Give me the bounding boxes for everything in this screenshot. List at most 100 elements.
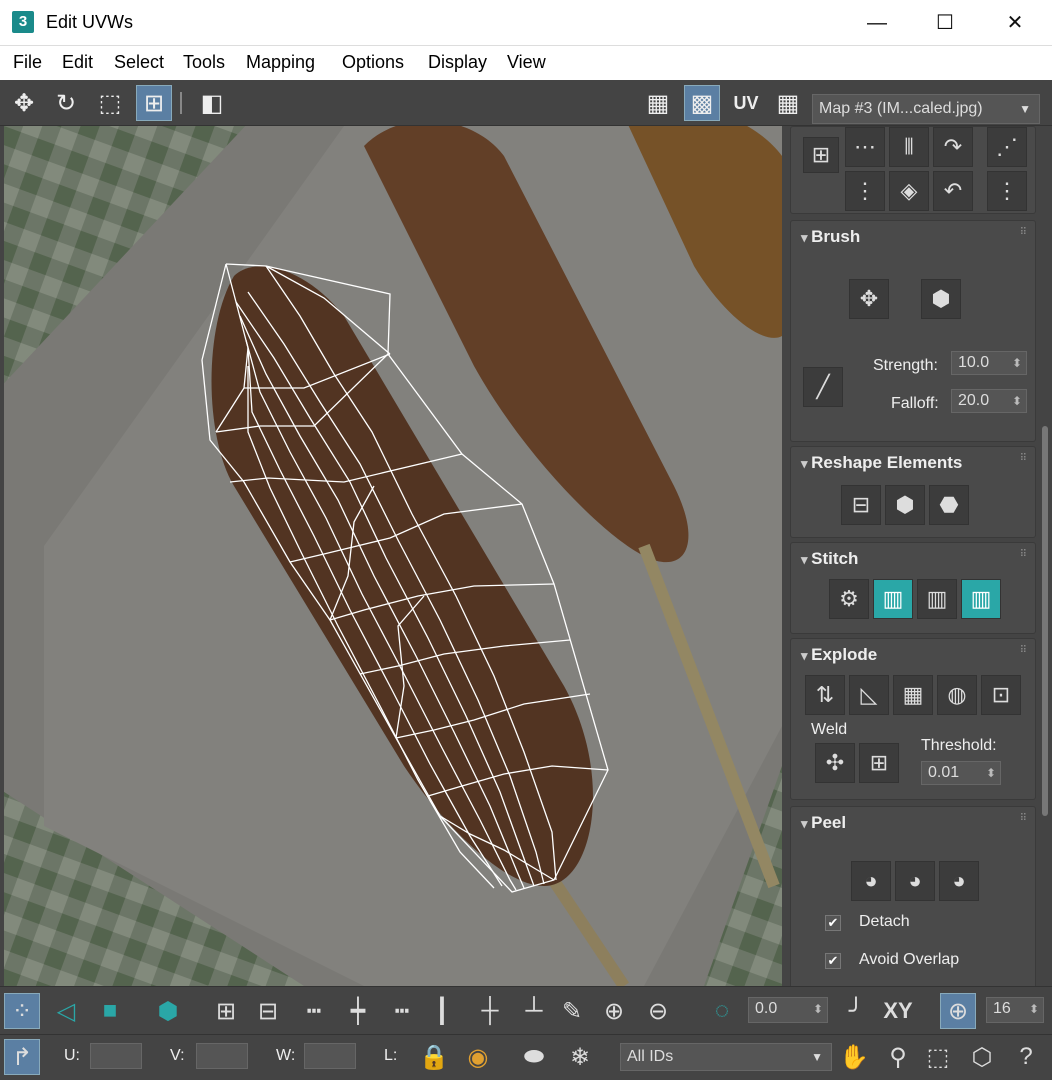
- show-map-icon[interactable]: ▩: [684, 85, 720, 121]
- zoom-extents-icon[interactable]: ⬡: [964, 1039, 1000, 1075]
- brush-title[interactable]: Brush: [801, 227, 860, 247]
- straighten-icon[interactable]: ⊟: [841, 485, 881, 525]
- edge-ring-shrink-icon[interactable]: ┴: [516, 993, 552, 1029]
- element-mode-icon[interactable]: ⬢: [150, 993, 186, 1029]
- edge-ring-grow-icon[interactable]: ┼: [472, 993, 508, 1029]
- edge-loop-shrink-icon[interactable]: ┅: [384, 993, 420, 1029]
- menu-view[interactable]: View: [507, 52, 546, 73]
- quick-peel-icon[interactable]: ◕: [851, 861, 891, 901]
- shrink-selection-icon[interactable]: ⊟: [250, 993, 286, 1029]
- avoid-overlap-checkbox[interactable]: ✔: [825, 953, 841, 969]
- strength-spinner[interactable]: 10.0: [951, 351, 1027, 375]
- vertex-mode-icon[interactable]: ⁘: [4, 993, 40, 1029]
- rotation-icon[interactable]: ◌: [704, 993, 740, 1029]
- relax-settings-icon[interactable]: ⬣: [929, 485, 969, 525]
- scale-icon[interactable]: ⬚: [92, 85, 128, 121]
- flatten-by-smoothing-icon[interactable]: ◺: [849, 675, 889, 715]
- falloff-spinner[interactable]: 20.0: [951, 389, 1027, 413]
- edge-mode-icon[interactable]: ◁: [48, 993, 84, 1029]
- grid-snap-icon[interactable]: ◈: [889, 171, 929, 211]
- w-field[interactable]: [304, 1043, 356, 1069]
- help-icon[interactable]: ?: [1008, 1039, 1044, 1075]
- freeze-icon[interactable]: ❄: [562, 1039, 598, 1075]
- panel-scrollbar[interactable]: [1042, 426, 1048, 816]
- brush-move-icon[interactable]: ✥: [849, 279, 889, 319]
- xy-toggle-button[interactable]: XY: [880, 993, 916, 1029]
- flatten-custom-icon[interactable]: ⊡: [981, 675, 1021, 715]
- stitch-to-source-icon[interactable]: ▥: [961, 579, 1001, 619]
- rotate-plus-icon[interactable]: ↷: [933, 127, 973, 167]
- relax-icon[interactable]: ⬢: [885, 485, 925, 525]
- soft-selection-curve-icon[interactable]: ╯: [838, 993, 874, 1029]
- menu-select[interactable]: Select: [114, 52, 164, 73]
- menu-options[interactable]: Options: [342, 52, 404, 73]
- paint-grow-icon[interactable]: ⊕: [596, 993, 632, 1029]
- align-vertical-icon[interactable]: ⦀: [889, 127, 929, 167]
- lock-icon[interactable]: 🔒: [416, 1039, 452, 1075]
- uv-editor-viewport[interactable]: [4, 126, 782, 986]
- peel-title[interactable]: Peel: [801, 813, 846, 833]
- v-field[interactable]: [196, 1043, 248, 1069]
- grid-snap-toggle-icon[interactable]: ⊕: [940, 993, 976, 1029]
- peel-mode-icon[interactable]: ◕: [895, 861, 935, 901]
- stitch-custom-icon[interactable]: ⚙: [829, 579, 869, 619]
- menu-edit[interactable]: Edit: [62, 52, 93, 73]
- space-vertical-icon[interactable]: ⋮: [987, 171, 1027, 211]
- rotate-minus-icon[interactable]: ↶: [933, 171, 973, 211]
- freeform-icon[interactable]: ⊞: [136, 85, 172, 121]
- flatten-by-polygon-icon[interactable]: ◍: [937, 675, 977, 715]
- menu-display[interactable]: Display: [428, 52, 487, 73]
- weld-label: Weld: [811, 721, 848, 738]
- stitch-average-icon[interactable]: ▥: [917, 579, 957, 619]
- weld-selected-icon[interactable]: ✣: [815, 743, 855, 783]
- space-horizontal-icon[interactable]: ⋰: [987, 127, 1027, 167]
- brush-relax-icon[interactable]: ⬢: [921, 279, 961, 319]
- break-icon[interactable]: ⇅: [805, 675, 845, 715]
- align-horizontal-icon[interactable]: ⋯: [845, 127, 885, 167]
- menu-tools[interactable]: Tools: [183, 52, 225, 73]
- brush-falloff-curve-icon[interactable]: ╱: [803, 367, 843, 407]
- paint-shrink-icon[interactable]: ⊖: [640, 993, 676, 1029]
- grow-selection-icon[interactable]: ⊞: [208, 993, 244, 1029]
- stitch-to-target-icon[interactable]: ▥: [873, 579, 913, 619]
- app-logo-icon: 3: [12, 11, 34, 33]
- menu-mapping[interactable]: Mapping: [246, 52, 315, 73]
- edge-ring-icon[interactable]: ┃: [424, 993, 460, 1029]
- detach-checkbox[interactable]: ✔: [825, 915, 841, 931]
- material-id-dropdown[interactable]: All IDs ▼: [620, 1043, 832, 1071]
- eye-icon[interactable]: ◉: [460, 1039, 496, 1075]
- close-button[interactable]: ✕: [980, 0, 1050, 46]
- map-select-dropdown[interactable]: Map #3 (IM...caled.jpg) ▼: [812, 94, 1040, 124]
- w-label: W:: [276, 1047, 296, 1064]
- move-icon[interactable]: ✥: [6, 85, 42, 121]
- explode-title[interactable]: Explode: [801, 645, 877, 665]
- threshold-spinner[interactable]: 0.01: [921, 761, 1001, 785]
- rotation-spinner[interactable]: 0.0: [748, 997, 828, 1023]
- minimize-button[interactable]: —: [842, 0, 912, 46]
- uv-toggle-button[interactable]: UV: [728, 85, 764, 121]
- zoom-region-icon[interactable]: ⬚: [920, 1039, 956, 1075]
- maximize-button[interactable]: ☐: [910, 0, 980, 46]
- add-icon[interactable]: ⊞: [803, 137, 839, 173]
- hide-icon[interactable]: ⬬: [516, 1039, 552, 1075]
- u-field[interactable]: [90, 1043, 142, 1069]
- mirror-icon[interactable]: ◧: [194, 85, 230, 121]
- menu-file[interactable]: File: [13, 52, 42, 73]
- align-center-icon[interactable]: ⋮: [845, 171, 885, 211]
- weld-target-icon[interactable]: ⊞: [859, 743, 899, 783]
- peel-reset-icon[interactable]: ◕: [939, 861, 979, 901]
- zoom-icon[interactable]: ⚲: [880, 1039, 916, 1075]
- edge-loop-grow-icon[interactable]: ┿: [340, 993, 376, 1029]
- flatten-by-material-icon[interactable]: ▦: [893, 675, 933, 715]
- map-settings-icon[interactable]: ▦: [770, 85, 806, 121]
- stitch-title[interactable]: Stitch: [801, 549, 858, 569]
- polygon-mode-icon[interactable]: ■: [92, 993, 128, 1029]
- paint-select-icon[interactable]: ✎: [554, 993, 590, 1029]
- edge-loop-icon[interactable]: ┅: [296, 993, 332, 1029]
- rotate-icon[interactable]: ↻: [48, 85, 84, 121]
- checker-pattern-icon[interactable]: ▦: [640, 85, 676, 121]
- grid-snap-spinner[interactable]: 16: [986, 997, 1044, 1023]
- absolute-offset-icon[interactable]: ↱: [4, 1039, 40, 1075]
- reshape-title[interactable]: Reshape Elements: [801, 453, 962, 473]
- pan-icon[interactable]: ✋: [836, 1039, 872, 1075]
